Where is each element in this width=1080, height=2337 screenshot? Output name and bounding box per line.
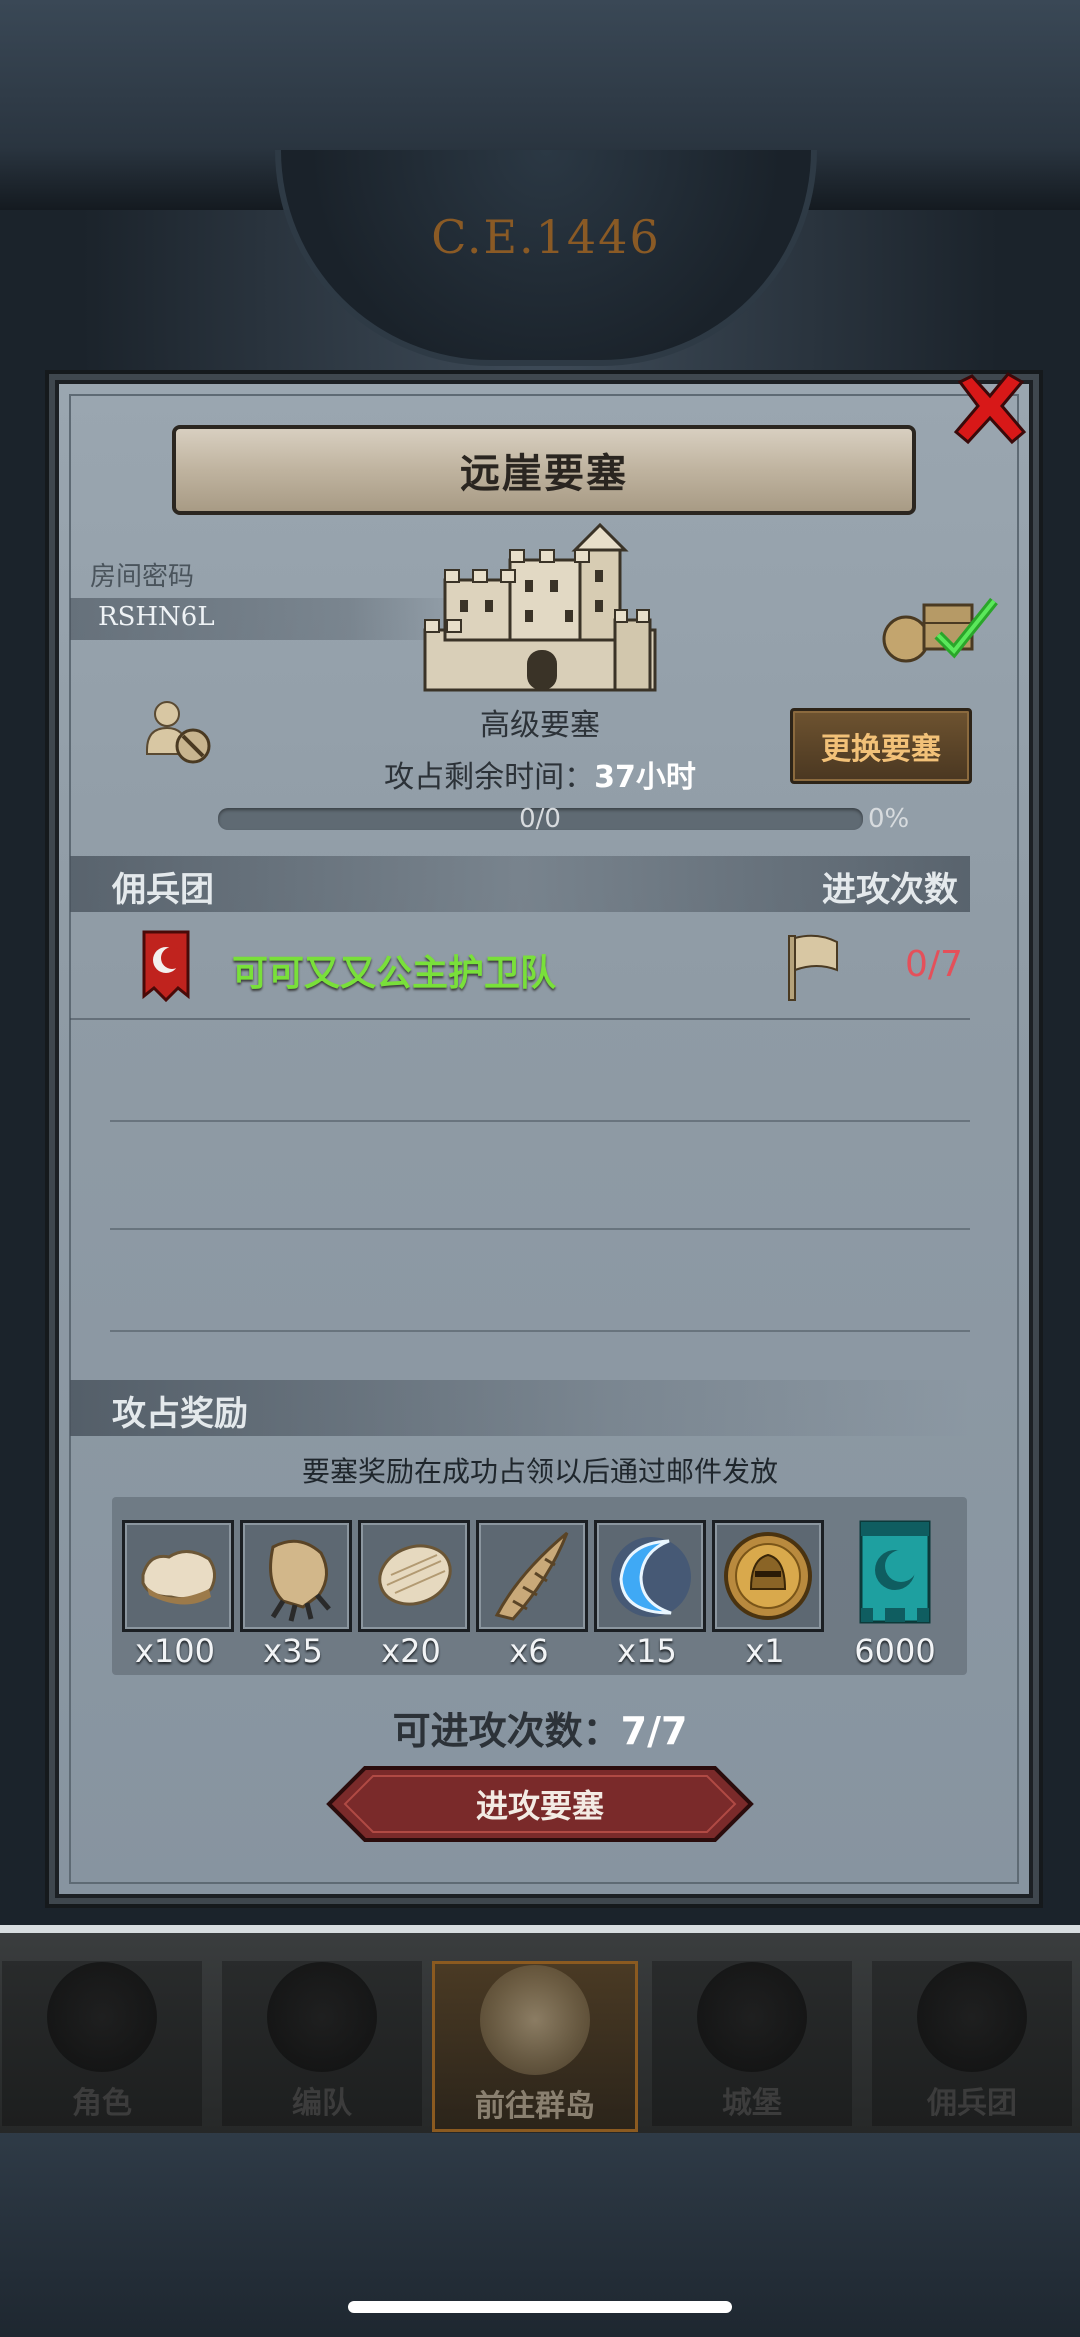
nav-item-character[interactable]: 角色 bbox=[2, 1961, 202, 2126]
reward-qty: x15 bbox=[617, 1632, 677, 1670]
page-title: 远崖要塞 bbox=[460, 451, 628, 497]
attack-remaining-label: 可进攻次数： bbox=[392, 1709, 621, 1753]
reward-qty: x6 bbox=[509, 1632, 549, 1670]
reward-qty: 6000 bbox=[854, 1632, 936, 1670]
guild-banner-icon bbox=[859, 1520, 931, 1624]
knight-medal-icon bbox=[724, 1532, 812, 1620]
reward-qty: x20 bbox=[381, 1632, 441, 1670]
guild-banner-icon bbox=[142, 930, 190, 1002]
mercenary-section-title: 佣兵团 bbox=[112, 870, 214, 910]
reward-item-guild-points[interactable] bbox=[855, 1518, 935, 1628]
castle-icon bbox=[423, 522, 657, 692]
bottom-nav: 角色 编队 前往群岛 城堡 佣兵团 bbox=[0, 1925, 1080, 2133]
room-code[interactable]: RSHN6L bbox=[98, 602, 215, 632]
progress-percent: 0% bbox=[868, 804, 910, 834]
character-icon bbox=[47, 1962, 157, 2072]
reward-qty: x100 bbox=[134, 1632, 215, 1670]
remaining-time-label: 攻占剩余时间： bbox=[384, 760, 595, 795]
horn-icon bbox=[494, 1531, 569, 1621]
attack-remaining-value: 7/7 bbox=[620, 1709, 688, 1753]
attack-fortress-button[interactable]: 进攻要塞 bbox=[325, 1764, 755, 1844]
nav-item-islands[interactable]: 前往群岛 bbox=[432, 1961, 638, 2132]
close-icon bbox=[953, 372, 1027, 445]
beast-claw-icon bbox=[269, 1539, 331, 1622]
compass-icon bbox=[480, 1965, 590, 2075]
reward-note: 要塞奖励在成功占领以后通过邮件发放 bbox=[301, 1455, 778, 1488]
reward-section-title: 攻占奖励 bbox=[112, 1394, 248, 1434]
nav-label: 城堡 bbox=[722, 2086, 782, 2121]
progress-count: 0/0 bbox=[519, 804, 561, 834]
reward-item-horn[interactable] bbox=[476, 1520, 588, 1632]
mercenary-icon bbox=[917, 1962, 1027, 2072]
clock-year: C.E.1446 bbox=[431, 210, 661, 264]
reward-item-pelt[interactable] bbox=[122, 1520, 234, 1632]
home-indicator[interactable] bbox=[348, 2301, 732, 2313]
attack-count-header: 进攻次数 bbox=[822, 870, 958, 910]
feather-fur-icon bbox=[378, 1544, 452, 1606]
mercenary-name: 可可又又公主护卫队 bbox=[232, 953, 557, 994]
reward-item-medal[interactable] bbox=[712, 1520, 824, 1632]
castle-icon bbox=[697, 1962, 807, 2072]
formation-icon bbox=[267, 1962, 377, 2072]
empty-row-divider bbox=[110, 1120, 970, 1122]
remaining-time-value: 37小时 bbox=[594, 760, 696, 795]
hide-pelt-icon bbox=[141, 1550, 216, 1605]
change-fortress-label: 更换要塞 bbox=[821, 732, 941, 767]
nav-label: 前往群岛 bbox=[475, 2089, 595, 2124]
flag-icon bbox=[788, 934, 838, 1001]
reward-qty: x35 bbox=[263, 1632, 323, 1670]
attack-fortress-label: 进攻要塞 bbox=[475, 1787, 604, 1825]
nav-item-castle[interactable]: 城堡 bbox=[652, 1961, 852, 2126]
title-banner: 远崖要塞 bbox=[172, 425, 916, 515]
nav-label: 角色 bbox=[72, 2086, 132, 2121]
reward-item-fur[interactable] bbox=[358, 1520, 470, 1632]
supplies-check-icon[interactable] bbox=[878, 585, 1000, 665]
nav-label: 佣兵团 bbox=[927, 2086, 1017, 2121]
blue-crescent-icon bbox=[611, 1537, 691, 1617]
mercenary-attack-count: 0/7 bbox=[905, 944, 963, 985]
nav-item-formation[interactable]: 编队 bbox=[222, 1961, 422, 2126]
reward-item-crescent[interactable] bbox=[594, 1520, 706, 1632]
nav-label: 编队 bbox=[292, 2086, 352, 2121]
empty-row-divider bbox=[110, 1330, 970, 1332]
empty-row-divider bbox=[110, 1228, 970, 1230]
room-password-label: 房间密码 bbox=[90, 562, 195, 592]
reward-qty: x1 bbox=[745, 1632, 785, 1670]
attack-remaining: 可进攻次数：7/7 bbox=[0, 1700, 1080, 1755]
close-button[interactable] bbox=[950, 368, 1030, 448]
change-fortress-button[interactable]: 更换要塞 bbox=[790, 708, 972, 784]
reward-item-claw[interactable] bbox=[240, 1520, 352, 1632]
nav-item-mercenary[interactable]: 佣兵团 bbox=[872, 1961, 1072, 2126]
